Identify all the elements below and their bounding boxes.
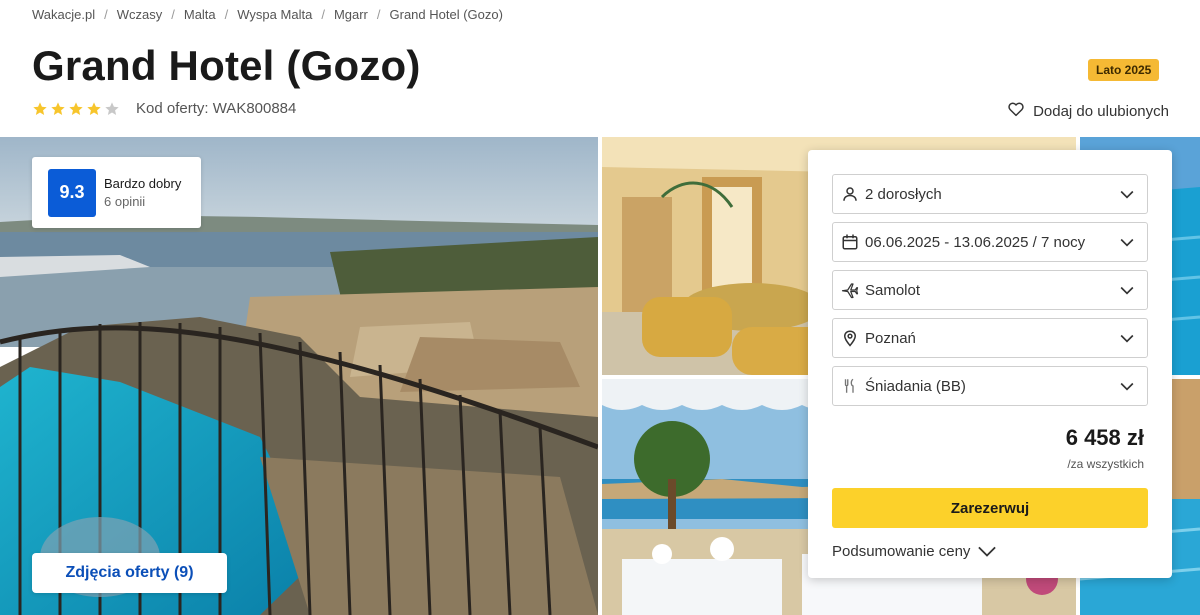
review-score-card[interactable]: 9.3 Bardzo dobry 6 opinii: [32, 157, 201, 228]
breadcrumb: Wakacje.pl / Wczasy / Malta / Wyspa Malt…: [32, 7, 503, 22]
transport-select[interactable]: Samolot: [832, 270, 1148, 310]
star-rating: [32, 101, 120, 117]
chevron-down-icon: [1120, 238, 1134, 247]
breadcrumb-separator: /: [171, 7, 175, 22]
chevron-down-icon: [978, 546, 997, 557]
breadcrumb-item-mgarr[interactable]: Mgarr: [334, 7, 368, 22]
person-icon: [841, 185, 859, 203]
page-title: Grand Hotel (Gozo): [32, 42, 421, 89]
breadcrumb-item-malta[interactable]: Malta: [184, 7, 216, 22]
star-filled-icon: [33, 101, 47, 115]
breadcrumb-item-wczasy[interactable]: Wczasy: [117, 7, 163, 22]
star-filled-icon: [87, 101, 101, 115]
book-button[interactable]: Zarezerwuj: [832, 488, 1148, 528]
star-filled-icon: [69, 101, 83, 115]
dates-value: 06.06.2025 - 13.06.2025 / 7 nocy: [865, 233, 1086, 251]
star-filled-icon: [51, 101, 65, 115]
breadcrumb-separator: /: [321, 7, 325, 22]
review-count: 6 opinii: [104, 194, 146, 209]
review-score-label: Bardzo dobry: [104, 176, 182, 191]
breadcrumb-item-wakacje[interactable]: Wakacje.pl: [32, 7, 95, 22]
booking-panel: 2 dorosłych 06.06.2025 - 13.06.2025 / 7 …: [808, 150, 1172, 578]
breadcrumb-separator: /: [104, 7, 108, 22]
add-to-favorites-button[interactable]: Dodaj do ulubionych: [1007, 100, 1169, 122]
chevron-down-icon: [1120, 334, 1134, 343]
price-note: /za wszystkich: [1067, 457, 1144, 471]
board-type-select[interactable]: Śniadania (BB): [832, 366, 1148, 406]
breadcrumb-item-wyspa-malta[interactable]: Wyspa Malta: [237, 7, 312, 22]
breadcrumb-separator: /: [376, 7, 381, 22]
travelers-select[interactable]: 2 dorosłych: [832, 174, 1148, 214]
offer-photos-button[interactable]: Zdjęcia oferty (9): [32, 553, 227, 593]
breadcrumb-item-current: Grand Hotel (Gozo): [389, 7, 503, 22]
total-price: 6 458 zł: [1065, 425, 1144, 450]
main-photo[interactable]: 9.3 Bardzo dobry 6 opinii Zdjęcia oferty…: [0, 137, 598, 615]
travelers-value: 2 dorosłych: [865, 185, 942, 203]
location-pin-icon: [841, 329, 859, 347]
star-empty-icon: [105, 101, 119, 115]
chevron-down-icon: [1120, 190, 1134, 199]
cutlery-icon: [841, 377, 859, 395]
price-summary-label: Podsumowanie ceny: [832, 542, 971, 560]
plane-icon: [841, 281, 859, 299]
chevron-down-icon: [1120, 286, 1134, 295]
heart-icon: [1007, 100, 1025, 122]
season-badge: Lato 2025: [1088, 59, 1160, 81]
departure-city-value: Poznań: [865, 329, 916, 347]
offer-code: Kod oferty: WAK800884: [136, 100, 297, 117]
dates-select[interactable]: 06.06.2025 - 13.06.2025 / 7 nocy: [832, 222, 1148, 262]
review-score: 9.3: [48, 168, 96, 217]
price-summary-toggle[interactable]: Podsumowanie ceny: [832, 542, 998, 560]
rating-row: Kod oferty: WAK800884: [32, 100, 296, 117]
chevron-down-icon: [1120, 382, 1134, 391]
calendar-icon: [841, 233, 859, 251]
breadcrumb-separator: /: [224, 7, 229, 22]
transport-value: Samolot: [865, 281, 921, 299]
add-to-favorites-label: Dodaj do ulubionych: [1033, 102, 1169, 120]
departure-city-select[interactable]: Poznań: [832, 318, 1148, 358]
board-type-value: Śniadania (BB): [865, 377, 966, 395]
